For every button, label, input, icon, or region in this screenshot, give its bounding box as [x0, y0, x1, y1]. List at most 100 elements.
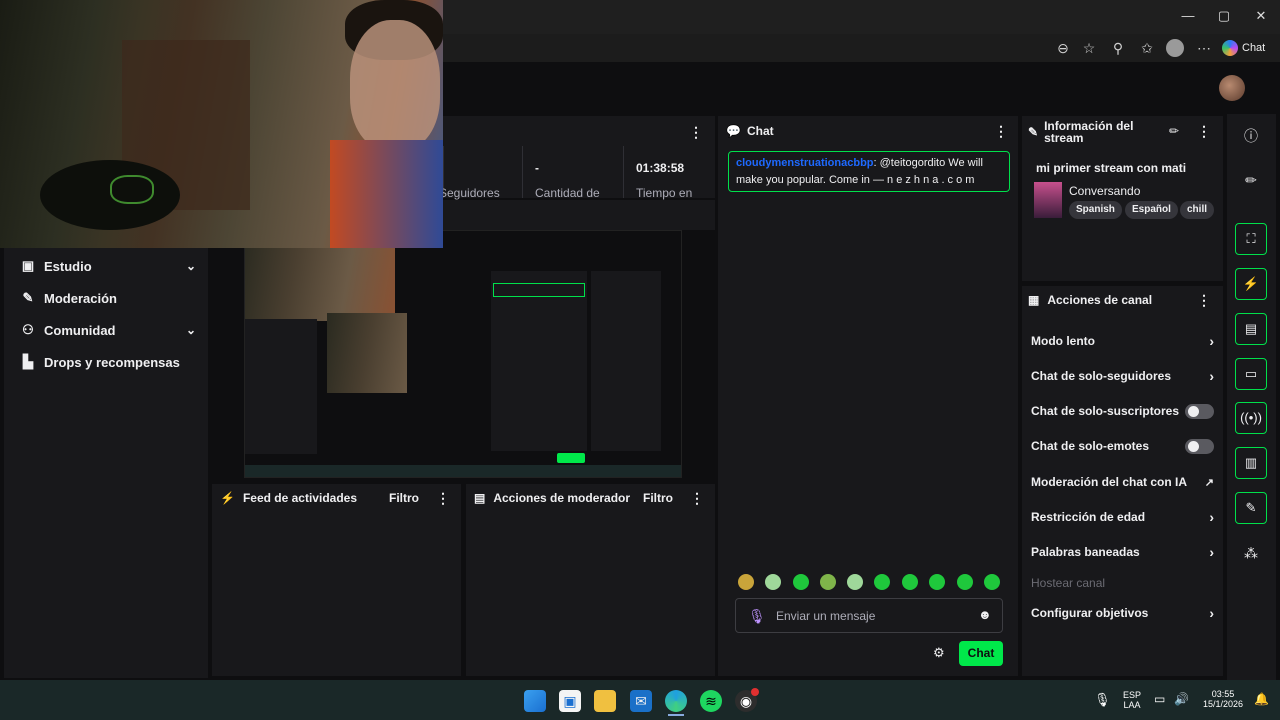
copilot-chat-button[interactable]: Chat [1222, 37, 1274, 59]
emote[interactable] [874, 574, 890, 590]
viewers-value: - [535, 161, 539, 175]
stream-title: mi primer stream con mati [1036, 161, 1187, 175]
preview-chat-button [557, 453, 585, 463]
tools-button[interactable]: ✎ [1235, 492, 1267, 524]
microphone-icon[interactable]: 🎙 [748, 608, 766, 625]
mail-icon[interactable]: ✉ [630, 690, 652, 712]
more-menu-icon[interactable]: ⋯ [1193, 38, 1215, 58]
more-options-icon[interactable]: ⋮ [994, 123, 1008, 140]
subscribers-only-toggle[interactable] [1185, 403, 1214, 419]
action-ai-moderation[interactable]: Moderación del chat con IA ↗ [1031, 472, 1214, 492]
emote[interactable] [902, 574, 918, 590]
favorite-star-icon[interactable]: ☆ [1078, 38, 1100, 58]
action-host-channel: Hostear canal [1031, 576, 1106, 590]
action-followers-only[interactable]: Chat de solo-seguidores › [1031, 366, 1214, 386]
more-options-icon[interactable]: ⋮ [690, 490, 704, 507]
emote[interactable] [984, 574, 1000, 590]
layout-button[interactable]: ▥ [1235, 447, 1267, 479]
chat-username[interactable]: cloudymenstruationacbbp [736, 157, 874, 169]
action-configure-goals[interactable]: Configurar objetivos › [1031, 603, 1214, 623]
preview-actions [591, 271, 661, 451]
more-options-icon[interactable]: ⋮ [436, 490, 450, 507]
settings-gear-icon[interactable]: ⚙ [933, 645, 945, 661]
lightning-icon: ⚡ [1242, 276, 1260, 291]
emote[interactable] [820, 574, 836, 590]
chevron-right-icon: › [1209, 333, 1214, 349]
tag-espanol[interactable]: Español [1125, 201, 1178, 219]
sidebar-item-label: Comunidad [44, 322, 116, 338]
sidebar-item-comunidad[interactable]: ⚇ Comunidad ⌄ [18, 319, 198, 341]
emote[interactable] [793, 574, 809, 590]
broadcast-button[interactable]: ((•)) [1235, 402, 1267, 434]
emote[interactable] [847, 574, 863, 590]
tag-chill[interactable]: chill [1180, 201, 1215, 219]
action-banned-words[interactable]: Palabras baneadas › [1031, 542, 1214, 562]
reader-icon[interactable]: ⊖ [1052, 38, 1074, 58]
profile-icon[interactable] [1166, 39, 1184, 57]
chat-input[interactable]: 🎙 Enviar un mensaje ☻ [735, 598, 1003, 633]
sidebar-item-estudio[interactable]: ▣ Estudio ⌄ [18, 255, 198, 277]
emote[interactable] [957, 574, 973, 590]
maximize-button[interactable]: ▢ [1210, 6, 1238, 26]
chevron-right-icon: › [1209, 544, 1214, 560]
emote[interactable] [765, 574, 781, 590]
edit-pencil-icon[interactable]: ✏ [1235, 164, 1267, 196]
emote[interactable] [738, 574, 754, 590]
extensions-icon[interactable]: ⁂ [1235, 537, 1267, 569]
more-options-icon[interactable]: ⋮ [689, 124, 703, 141]
close-button[interactable]: ✕ [1247, 6, 1275, 26]
network-icon[interactable]: ▭ [1154, 692, 1165, 706]
panel-title: Información del stream [1044, 119, 1134, 145]
filter-button[interactable]: Filtro [643, 491, 673, 505]
action-subscribers-only[interactable]: Chat de solo-suscriptores [1031, 401, 1214, 421]
sidebar-item-moderacion[interactable]: ✎ Moderación [18, 287, 198, 309]
clip-button[interactable]: ⛶ [1235, 223, 1267, 255]
notifications-bell-icon[interactable]: 🔔 [1254, 692, 1269, 706]
microphone-icon[interactable]: 🎙 [1094, 692, 1111, 708]
emote[interactable] [929, 574, 945, 590]
file-explorer-icon[interactable] [594, 690, 616, 712]
emotes-only-toggle[interactable] [1185, 438, 1214, 454]
edit-pencil-icon[interactable]: ✏ [1169, 124, 1179, 138]
category-name[interactable]: Conversando [1069, 184, 1140, 198]
stream-stats-panel: ⋮ Seguidores - Cantidad de 01:38:58 Tiem… [439, 116, 715, 200]
extensions-icon[interactable]: ⚲ [1107, 38, 1129, 58]
wrench-icon: ✎ [22, 290, 34, 305]
preview-chat-message [493, 283, 585, 297]
sidebar-item-drops[interactable]: ▙ Drops y recompensas [18, 351, 198, 373]
right-rail [1227, 114, 1276, 680]
preview-taskbar [245, 465, 681, 477]
more-options-icon[interactable]: ⋮ [1197, 292, 1211, 309]
action-emotes-only[interactable]: Chat de solo-emotes [1031, 436, 1214, 456]
panel-title: Acciones de moderador [493, 491, 631, 505]
info-icon[interactable]: ⓘ [1235, 120, 1267, 152]
action-slow-mode[interactable]: Modo lento › [1031, 331, 1214, 351]
clock[interactable]: 03:55 15/1/2026 [1198, 689, 1248, 709]
preview-recursive-video [327, 313, 407, 393]
avatar[interactable] [1219, 75, 1245, 101]
category-thumbnail[interactable] [1034, 182, 1062, 218]
tag-spanish[interactable]: Spanish [1069, 201, 1122, 219]
language-indicator[interactable]: ESP LAA [1118, 690, 1146, 710]
action-age-restriction[interactable]: Restricción de edad › [1031, 507, 1214, 527]
more-options-icon[interactable]: ⋮ [1197, 123, 1211, 140]
spotify-icon[interactable]: ≋ [700, 690, 722, 712]
activity-feed-panel: ⚡ Feed de actividades Filtro ⋮ [212, 484, 461, 676]
volume-icon[interactable]: 🔊 [1174, 692, 1189, 706]
followers-label: Seguidores [439, 186, 500, 200]
minimize-button[interactable]: — [1174, 6, 1202, 26]
chat-send-button[interactable]: Chat [959, 641, 1003, 666]
sidebar-item-label: Drops y recompensas [44, 354, 180, 370]
edge-browser-icon[interactable] [665, 690, 687, 712]
panel-title: Chat [746, 124, 774, 138]
store-icon[interactable]: ▣ [559, 690, 581, 712]
emoji-picker-icon[interactable]: ☻ [978, 607, 992, 622]
ad-button[interactable]: ⚡ [1235, 268, 1267, 300]
notes-button[interactable]: ▤ [1235, 313, 1267, 345]
chat-button[interactable]: ▭ [1235, 358, 1267, 390]
chat-bubble-icon: ▭ [1244, 366, 1258, 381]
filter-button[interactable]: Filtro [389, 491, 419, 505]
windows-start-icon[interactable] [524, 690, 546, 712]
favorites-list-icon[interactable]: ✩ [1136, 38, 1158, 58]
stream-preview-video[interactable] [244, 230, 682, 478]
